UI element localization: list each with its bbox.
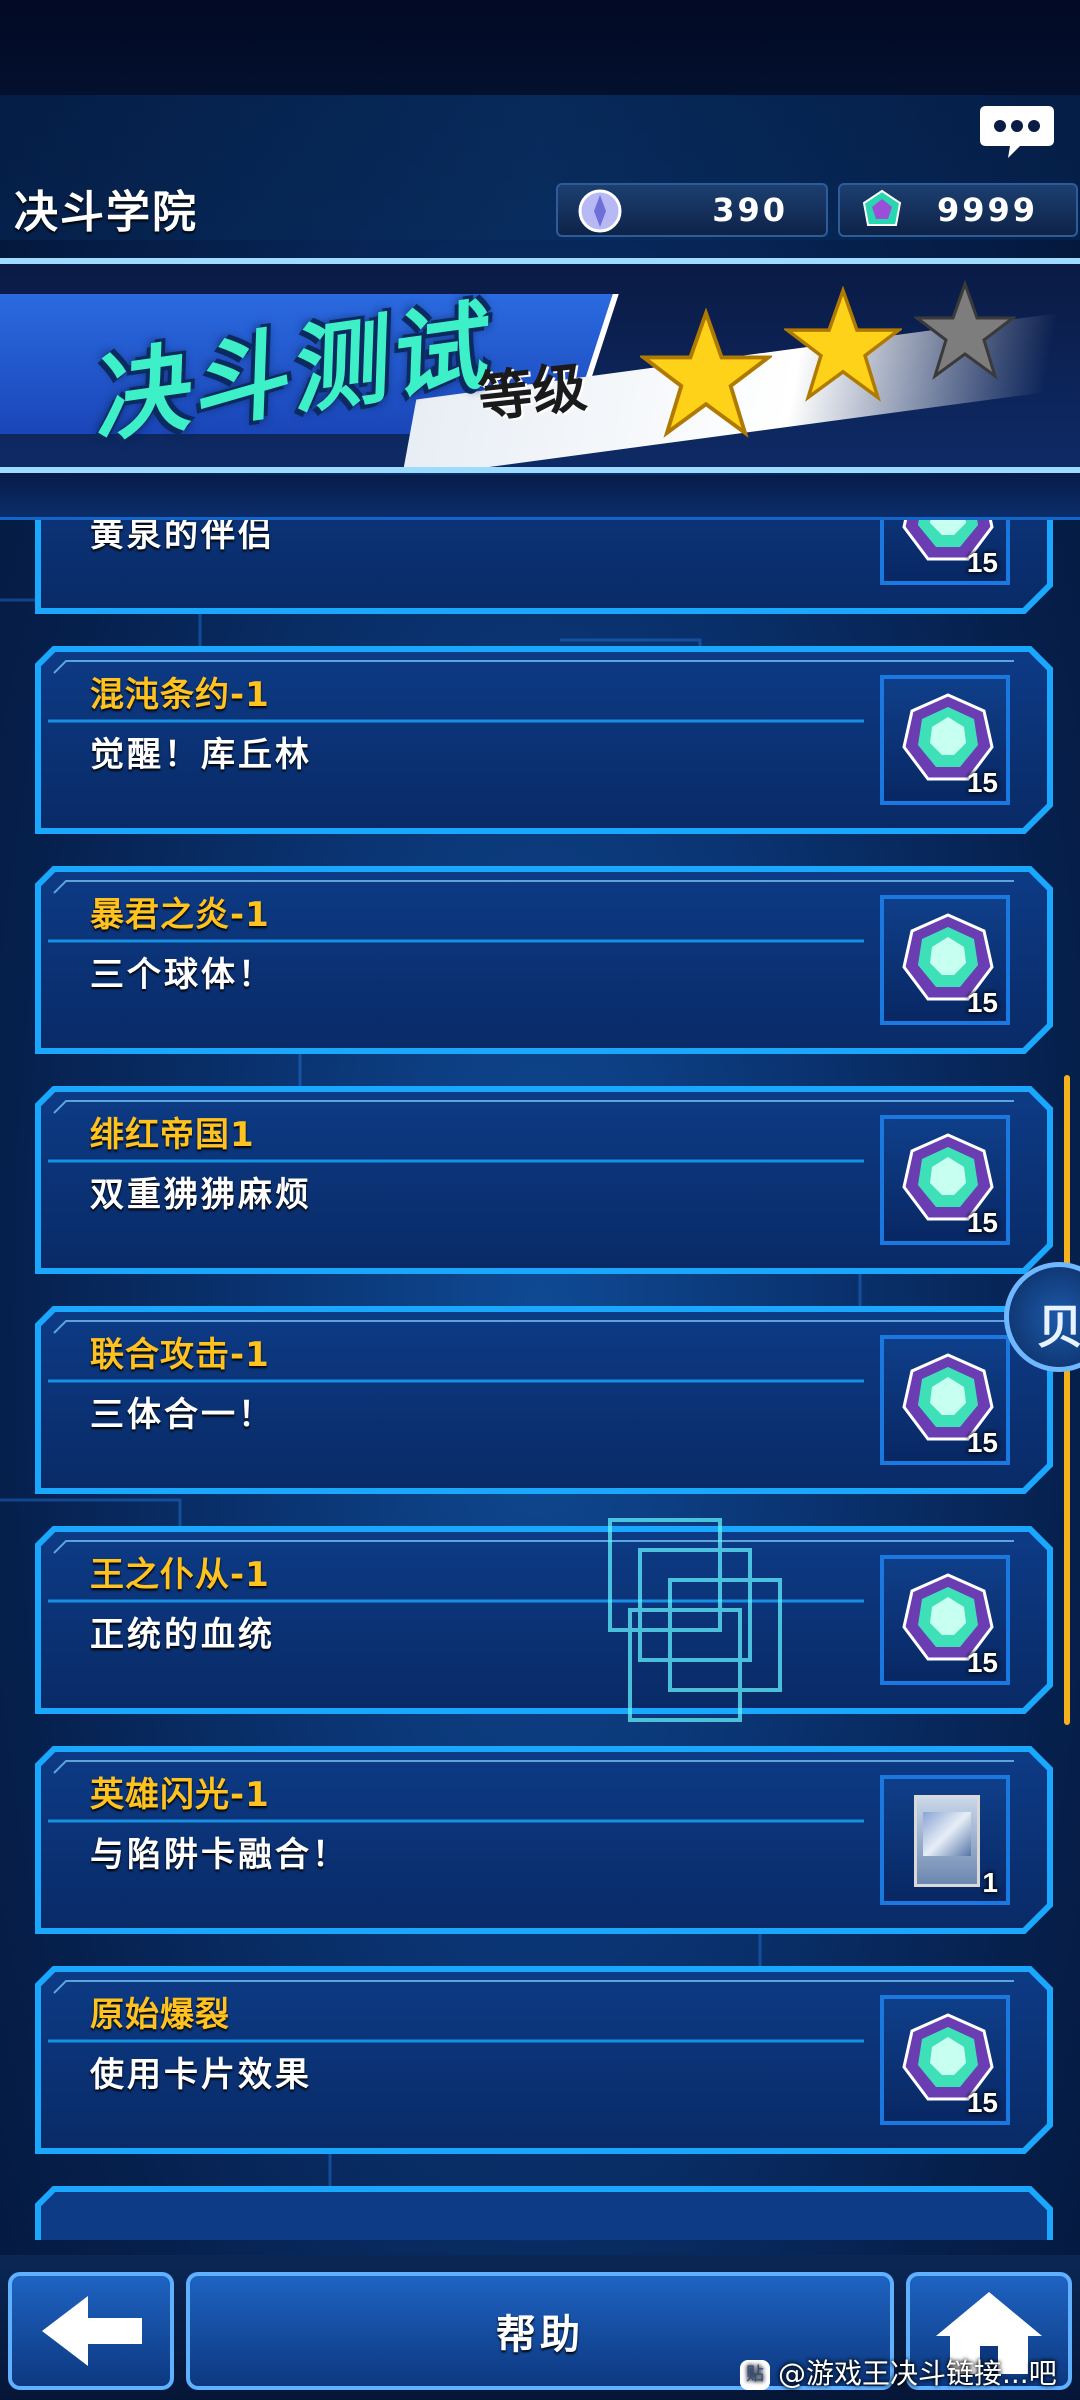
mission-item[interactable]: 原始爆裂使用卡片效果 15 bbox=[34, 1965, 1054, 2155]
scrollbar[interactable] bbox=[1064, 1075, 1070, 1725]
reward-box[interactable]: 15 bbox=[880, 675, 1010, 805]
mission-title: 觉醒！库丘林 bbox=[90, 735, 312, 775]
gem-count: 390 bbox=[712, 191, 788, 229]
reward-quantity: 15 bbox=[966, 1207, 998, 1238]
orb-gem-icon bbox=[578, 189, 622, 233]
mission-item[interactable]: 混沌条约-1 觉醒！库丘林 15 bbox=[34, 645, 1054, 835]
crystal-currency[interactable]: 9999 bbox=[838, 183, 1078, 237]
watermark-text: @游戏王决斗链接...吧 bbox=[778, 2357, 1057, 2390]
reward-quantity: 15 bbox=[966, 2087, 998, 2118]
mission-item[interactable]: 英雄闪光-1 与陷阱卡融合！ 1 bbox=[34, 1745, 1054, 1935]
reward-box[interactable]: 15 bbox=[880, 1115, 1010, 1245]
mission-title: 双重狒狒麻烦 bbox=[90, 1175, 312, 1215]
mission-chapter: 联合攻击-1 bbox=[90, 1335, 270, 1375]
mission-chapter: 混沌条约-1 bbox=[90, 675, 270, 715]
star-empty-icon bbox=[914, 280, 1016, 380]
screen: 决斗学院 390 9999 决斗测试 等级 黄泉的伴侣 15 混沌条约-1 觉醒… bbox=[0, 0, 1080, 2400]
reward-quantity: 1 bbox=[982, 1867, 998, 1898]
mission-chapter: 英雄闪光-1 bbox=[90, 1775, 270, 1815]
back-button[interactable] bbox=[8, 2272, 174, 2390]
crystal-count: 9999 bbox=[936, 191, 1038, 229]
reward-quantity: 15 bbox=[966, 987, 998, 1018]
reward-box[interactable]: 15 bbox=[880, 520, 1010, 585]
card-reward-icon bbox=[914, 1795, 980, 1887]
mission-item[interactable]: 联合攻击-1 三体合一！ 15 bbox=[34, 1305, 1054, 1495]
star-filled-icon bbox=[784, 286, 902, 402]
mission-chapter: 暴君之炎-1 bbox=[90, 895, 270, 935]
mission-title: 与陷阱卡融合！ bbox=[90, 1835, 349, 1875]
page-title: 决斗学院 bbox=[14, 187, 198, 238]
mission-title: 三体合一！ bbox=[90, 1395, 275, 1435]
reward-quantity: 15 bbox=[966, 547, 998, 578]
mission-item[interactable]: 暴君之炎-1 三个球体！ 15 bbox=[34, 865, 1054, 1055]
reward-box[interactable]: 15 bbox=[880, 895, 1010, 1025]
loading-glow-icon bbox=[608, 1518, 782, 1722]
reward-box[interactable]: 1 bbox=[880, 1775, 1010, 1905]
mission-chapter: 绯红帝国1 bbox=[90, 1115, 255, 1155]
mission-title: 黄泉的伴侣 bbox=[90, 520, 275, 555]
reward-box[interactable]: 15 bbox=[880, 1555, 1010, 1685]
mission-item[interactable]: 王之仆从-1 正统的血统 15 bbox=[34, 1525, 1054, 1715]
mission-list[interactable]: 大发现时代 1黄泉的伴侣15混沌条约-1觉醒！库丘林15暴君之炎-1三个球体！1… bbox=[0, 520, 1080, 2240]
reward-quantity: 15 bbox=[966, 767, 998, 798]
reward-quantity: 15 bbox=[966, 1427, 998, 1458]
mission-chapter: 王之仆从-1 bbox=[90, 1555, 270, 1595]
mission-title: 正统的血统 bbox=[90, 1615, 275, 1655]
star-filled-icon bbox=[640, 308, 772, 438]
help-label: 帮助 bbox=[496, 2312, 584, 2358]
reward-box[interactable]: 15 bbox=[880, 1335, 1010, 1465]
mission-item-partial[interactable] bbox=[34, 2185, 1054, 2240]
side-tab-label: 贝 bbox=[1037, 1300, 1080, 1354]
mission-title: 使用卡片效果 bbox=[90, 2055, 312, 2095]
mission-chapter: 原始爆裂 bbox=[90, 1995, 230, 2035]
reward-quantity: 15 bbox=[966, 1647, 998, 1678]
mission-item[interactable]: 大发现时代 1黄泉的伴侣15 bbox=[34, 520, 1054, 615]
banner-divider bbox=[0, 475, 1080, 520]
chat-icon[interactable] bbox=[978, 104, 1056, 160]
watermark-badge: 贴 bbox=[740, 2360, 770, 2390]
reward-box[interactable]: 15 bbox=[880, 1995, 1010, 2125]
mission-item[interactable]: 绯红帝国1 双重狒狒麻烦 15 bbox=[34, 1085, 1054, 1275]
back-arrow-icon bbox=[42, 2296, 142, 2366]
watermark: 贴 @游戏王决斗链接...吧 bbox=[740, 2352, 1057, 2392]
duel-test-banner: 决斗测试 等级 bbox=[0, 258, 1080, 473]
gem-currency[interactable]: 390 bbox=[556, 183, 828, 237]
crystal-gem-icon bbox=[862, 189, 902, 226]
mission-title: 三个球体！ bbox=[90, 955, 275, 995]
banner-subtitle: 等级 bbox=[475, 354, 590, 430]
